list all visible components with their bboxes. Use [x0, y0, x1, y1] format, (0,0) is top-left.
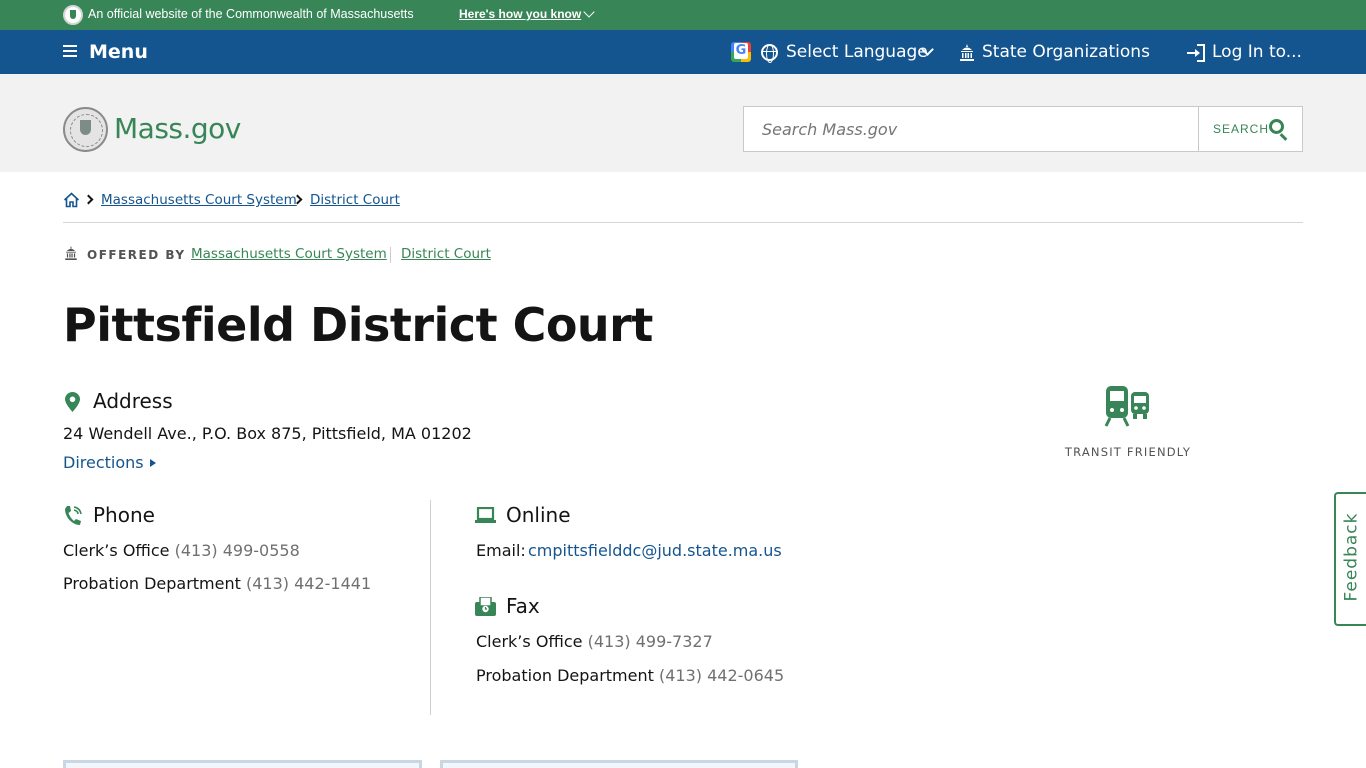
transit-friendly-label: TRANSIT FRIENDLY: [1064, 445, 1192, 459]
email-label: Email:: [476, 541, 526, 560]
feedback-tab[interactable]: Feedback: [1334, 492, 1366, 626]
laptop-icon: [475, 507, 496, 523]
official-banner: An official website of the Commonwealth …: [0, 0, 1366, 30]
address-heading: Address: [93, 389, 173, 413]
seal-icon: [63, 5, 83, 25]
arrow-right-icon: [150, 459, 156, 467]
mass-gov-logo-text[interactable]: Mass.gov: [114, 112, 241, 145]
search-field[interactable]: [743, 106, 1199, 152]
login-icon: [1187, 44, 1205, 62]
fax-heading: Fax: [506, 594, 540, 618]
site-header: Mass.gov SEARCH: [0, 74, 1366, 172]
phone-number[interactable]: (413) 499-0558: [175, 541, 300, 560]
phone-entry-label: Clerk’s Office: [63, 541, 170, 560]
phone-icon: [65, 506, 82, 525]
content-card[interactable]: [440, 760, 798, 768]
offered-by-link-district-court[interactable]: District Court: [401, 246, 491, 262]
search-icon: [1269, 119, 1284, 134]
breadcrumb-link-court-system[interactable]: Massachusetts Court System: [101, 192, 297, 208]
transit-icon: [1104, 386, 1149, 427]
select-language-button[interactable]: Select Language: [786, 42, 928, 62]
fax-number: (413) 442-0645: [659, 666, 785, 685]
content-card[interactable]: [63, 760, 422, 768]
mass-seal-logo[interactable]: [63, 107, 108, 152]
column-divider: [430, 500, 431, 715]
search-input[interactable]: [744, 107, 1198, 151]
offered-by-label: OFFERED BY: [87, 248, 186, 262]
divider: [63, 222, 1303, 223]
fax-entry: Clerk’s Office (413) 499-7327: [476, 632, 713, 651]
chevron-right-icon: [83, 194, 94, 205]
fax-entry-label: Clerk’s Office: [476, 632, 583, 651]
phone-entry: Probation Department (413) 442-1441: [63, 574, 371, 593]
google-translate-icon: [731, 42, 751, 62]
menu-button[interactable]: Menu: [89, 41, 148, 63]
phone-heading: Phone: [93, 503, 155, 527]
state-organizations-button[interactable]: State Organizations: [982, 42, 1150, 62]
offered-by-link-court-system[interactable]: Massachusetts Court System: [191, 246, 387, 262]
home-icon[interactable]: [63, 192, 80, 208]
globe-icon: [761, 44, 778, 63]
email-link[interactable]: cmpittsfielddc@jud.state.ma.us: [528, 541, 782, 560]
phone-entry: Clerk’s Office (413) 499-0558: [63, 541, 300, 560]
capitol-building-icon: [65, 246, 77, 260]
fax-number: (413) 499-7327: [587, 632, 713, 651]
login-button[interactable]: Log In to...: [1212, 42, 1302, 62]
search-button[interactable]: SEARCH: [1198, 106, 1303, 152]
divider: [390, 247, 391, 263]
directions-link[interactable]: Directions: [63, 453, 144, 472]
chevron-down-icon: [583, 6, 595, 18]
online-heading: Online: [506, 503, 571, 527]
official-banner-text: An official website of the Commonwealth …: [88, 7, 414, 21]
address-text: 24 Wendell Ave., P.O. Box 875, Pittsfiel…: [63, 424, 472, 443]
fax-entry: Probation Department (413) 442-0645: [476, 666, 784, 685]
capitol-building-icon: [960, 44, 974, 61]
feedback-label: Feedback: [1341, 512, 1362, 602]
map-pin-icon: [65, 392, 80, 412]
fax-icon: [475, 597, 496, 616]
page-title: Pittsfield District Court: [63, 298, 653, 352]
menu-icon[interactable]: [63, 45, 77, 57]
utility-nav: Menu Select Language State Organizations…: [0, 30, 1366, 74]
search-button-label: SEARCH: [1213, 122, 1270, 136]
phone-entry-label: Probation Department: [63, 574, 241, 593]
fax-entry-label: Probation Department: [476, 666, 654, 685]
breadcrumb-link-district-court[interactable]: District Court: [310, 192, 400, 208]
how-you-know-link[interactable]: Here's how you know: [459, 7, 581, 21]
phone-number[interactable]: (413) 442-1441: [246, 574, 371, 593]
